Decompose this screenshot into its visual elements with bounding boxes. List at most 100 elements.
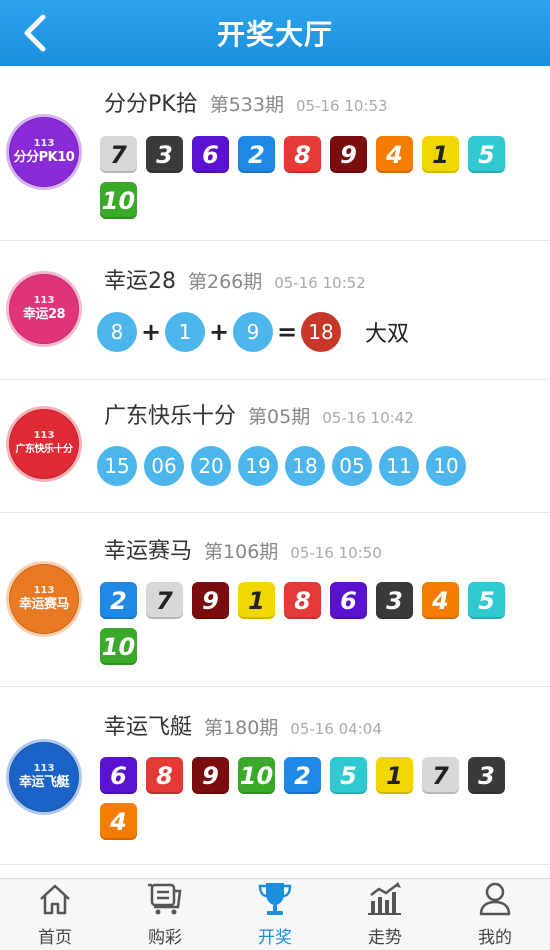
number-ball: 9: [233, 312, 273, 352]
lottery-name: 分分PK拾: [104, 92, 198, 117]
result-ball: 5: [468, 582, 505, 619]
number-ball: 15: [97, 446, 137, 486]
result-ball: 5: [330, 757, 367, 794]
tab-label: 我的: [478, 928, 512, 948]
page-title: 开奖大厅: [216, 18, 333, 51]
back-button[interactable]: [14, 12, 54, 54]
result-ball: 2: [238, 136, 275, 173]
logo-text: 幸运28: [22, 307, 66, 322]
tab-trend[interactable]: 走势: [330, 879, 440, 950]
lottery-logo: 113 幸运28: [6, 271, 82, 347]
logo-number: 113: [33, 585, 55, 596]
result-ball: 7: [100, 136, 137, 173]
bottom-tab-bar: 首页 购彩 开奖 走势 我的: [0, 878, 550, 950]
number-ball: 18: [285, 446, 325, 486]
lottery-title-row: 幸运飞艇 第180期 05-16 04:04: [104, 709, 382, 741]
result-balls: 7 3 6 2 8 9 4 1 5 10: [100, 136, 520, 219]
result-ball: 1: [238, 582, 275, 619]
lottery-item-gd-happy10[interactable]: 113 广东快乐十分 广东快乐十分 第05期 05-16 10:42 15 06…: [0, 380, 550, 513]
lottery-title-row: 幸运赛马 第106期 05-16 10:50: [104, 533, 382, 565]
number-ball: 10: [426, 446, 466, 486]
lottery-item-pk10[interactable]: 113 分分PK10 分分PK拾 第533期 05-16 10:53 73628…: [0, 66, 550, 241]
chart-icon: [365, 879, 405, 919]
sum-ball: 18: [301, 312, 341, 352]
number-ball: 19: [238, 446, 278, 486]
lottery-logo: 113 广东快乐十分: [6, 406, 82, 482]
app-header: 开奖大厅: [0, 0, 550, 66]
lottery-title-row: 幸运28 第266期 05-16 10:52: [104, 263, 366, 295]
result-ball: 9: [330, 136, 367, 173]
lottery-time: 05-16 10:50: [290, 544, 382, 562]
lottery-issue: 第180期: [204, 717, 279, 739]
tab-mine[interactable]: 我的: [440, 879, 550, 950]
result-balls: 15 06 20 19 18 05 11 10: [97, 446, 473, 486]
home-icon: [35, 879, 75, 919]
result-ball: 7: [146, 582, 183, 619]
result-ball: 10: [238, 757, 275, 794]
tab-draw[interactable]: 开奖: [220, 879, 330, 950]
result-label: 大双: [365, 322, 410, 347]
trophy-icon: [255, 879, 295, 919]
lottery-item-lucky-boat[interactable]: 113 幸运飞艇 幸运飞艇 第180期 05-16 04:04 6 8 9 10 2 5 1…: [0, 687, 550, 865]
result-ball: 9: [192, 757, 229, 794]
lottery-issue: 第266期: [188, 271, 263, 293]
number-ball: 11: [379, 446, 419, 486]
result-balls: 6 8 9 10 2 5 1 7 3 4: [100, 757, 520, 840]
lottery-issue: 第106期: [204, 541, 279, 563]
result-ball: 10: [100, 628, 137, 665]
lottery-time: 05-16 04:04: [290, 720, 382, 738]
number-ball: 1: [165, 312, 205, 352]
lottery-item-lucky-horse[interactable]: 113 幸运赛马 幸运赛马 第106期 05-16 10:50 27918634…: [0, 513, 550, 687]
user-icon: [475, 879, 515, 919]
result-ball: 4: [376, 136, 413, 173]
plus-sign: +: [140, 318, 162, 346]
chevron-left-icon: [24, 14, 46, 52]
tab-label: 购彩: [148, 928, 182, 948]
logo-text: 幸运飞艇: [18, 775, 70, 790]
result-ball: 3: [468, 757, 505, 794]
lottery-time: 05-16 10:52: [274, 274, 366, 292]
lottery-logo: 113 幸运赛马: [6, 561, 82, 637]
logo-text: 分分PK10: [13, 150, 75, 165]
lottery-name: 广东快乐十分: [104, 404, 237, 429]
lottery-title-row: 广东快乐十分 第05期 05-16 10:42: [104, 398, 414, 430]
number-ball: 05: [332, 446, 372, 486]
sum-equation: 8 + 1 + 9 = 18 大双: [97, 312, 409, 352]
result-ball: 8: [146, 757, 183, 794]
tab-buy[interactable]: 购彩: [110, 879, 220, 950]
lottery-item-lucky28[interactable]: 113 幸运28 幸运28 第266期 05-16 10:52 8 + 1 + …: [0, 241, 550, 380]
lottery-name: 幸运飞艇: [104, 715, 193, 740]
result-ball: 2: [284, 757, 321, 794]
lottery-name: 幸运赛马: [104, 539, 193, 564]
logo-number: 113: [33, 138, 55, 149]
plus-sign: +: [208, 318, 230, 346]
tab-home[interactable]: 首页: [0, 879, 110, 950]
lottery-issue: 第533期: [209, 94, 284, 116]
tab-label: 走势: [368, 928, 402, 948]
logo-number: 113: [33, 763, 55, 774]
lottery-logo: 113 分分PK10: [6, 114, 82, 190]
result-ball: 3: [376, 582, 413, 619]
result-balls: 2 7 9 1 8 6 3 4 5 10: [100, 582, 520, 665]
result-ball: 2: [100, 582, 137, 619]
number-ball: 06: [144, 446, 184, 486]
result-ball: 1: [376, 757, 413, 794]
lottery-logo: 113 幸运飞艇: [6, 739, 82, 815]
lottery-issue: 第05期: [248, 406, 311, 428]
logo-number: 113: [33, 295, 55, 306]
tab-label: 开奖: [258, 928, 292, 948]
lottery-name: 幸运28: [104, 269, 176, 294]
lottery-list: 113 分分PK10 分分PK拾 第533期 05-16 10:53 73628…: [0, 66, 550, 878]
result-ball: 9: [192, 582, 229, 619]
result-ball: 5: [468, 136, 505, 173]
result-ball: 4: [422, 582, 459, 619]
logo-text: 广东快乐十分: [15, 444, 74, 455]
lottery-title-row: 分分PK拾 第533期 05-16 10:53: [104, 86, 388, 118]
result-ball: 4: [100, 803, 137, 840]
result-ball: 7: [422, 757, 459, 794]
number-ball: 20: [191, 446, 231, 486]
result-ball: 6: [100, 757, 137, 794]
tab-label: 首页: [38, 928, 72, 948]
logo-text: 幸运赛马: [18, 597, 70, 612]
result-ball: 10: [100, 182, 137, 219]
